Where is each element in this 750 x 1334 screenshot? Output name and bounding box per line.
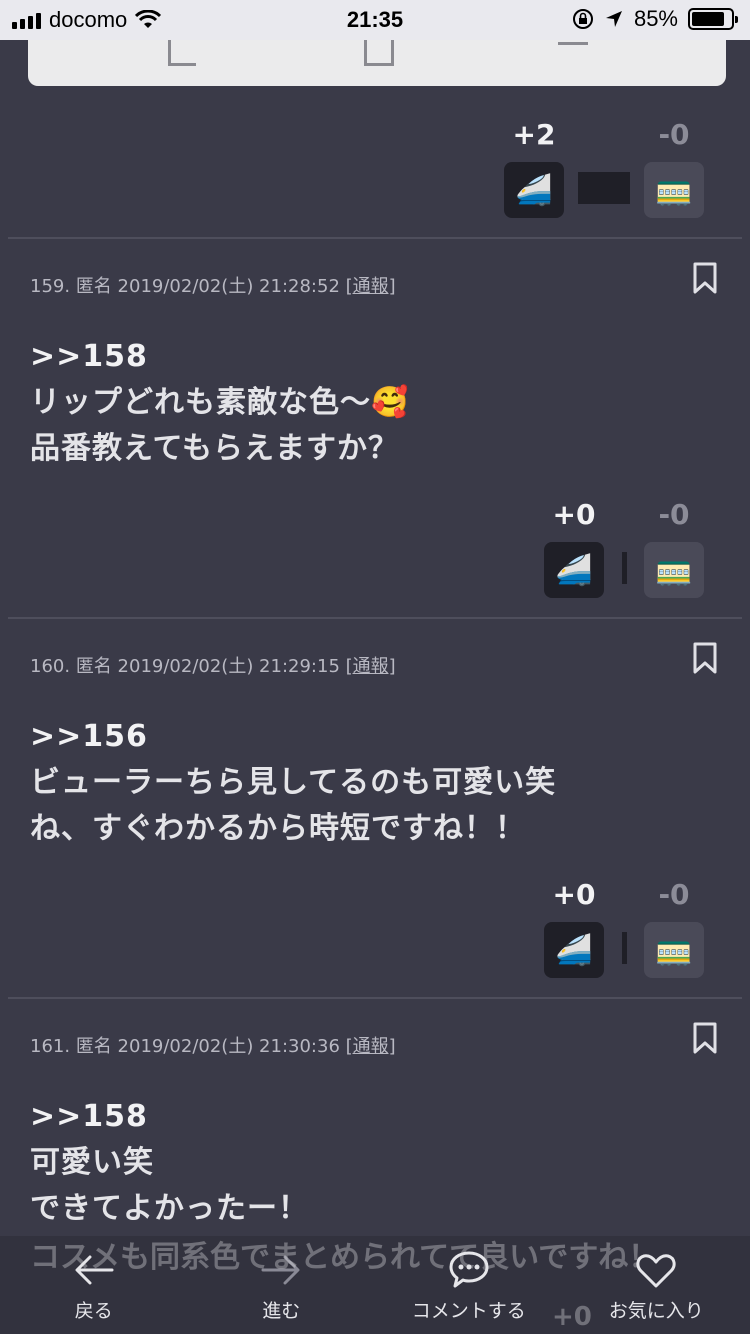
back-label: 戻る — [74, 1300, 113, 1322]
comment-meta: 161. 匿名 2019/02/02(土) 21:30:36 [通報] — [30, 1032, 396, 1058]
divider — [8, 237, 742, 239]
report-link[interactable]: [通報] — [346, 656, 396, 677]
comment-datetime: 2019/02/02(土) 21:28:52 — [117, 276, 340, 297]
vote-area: +2 🚄 -0 🚃 — [504, 118, 704, 218]
bookmark-icon[interactable] — [692, 262, 718, 294]
up-vote-button[interactable]: 🚄 — [544, 542, 604, 598]
minus-count: -0 — [658, 878, 690, 911]
location-icon — [605, 11, 622, 27]
comment-line: 品番教えてもらえますか？ — [30, 431, 399, 466]
comment-line: リップどれも素敵な色〜🥰 — [30, 385, 410, 420]
reply-anchor-link[interactable]: >>158 — [30, 334, 409, 380]
bookmark-icon[interactable] — [692, 642, 718, 674]
reply-anchor-link[interactable]: >>158 — [30, 1094, 309, 1140]
comment-body: >>158 リップどれも素敵な色〜🥰 品番教えてもらえますか？ — [30, 334, 409, 472]
minus-count: -0 — [658, 118, 690, 151]
comment-body: >>158 可愛い笑 できてよかったー！ — [30, 1094, 309, 1232]
rotation-lock-icon — [572, 9, 593, 29]
comment-number: 159. — [30, 276, 71, 297]
reply-anchor-link[interactable]: >>156 — [30, 714, 556, 760]
vote-area: +0 🚄 -0 🚃 — [544, 878, 704, 978]
down-vote-button[interactable]: 🚃 — [644, 922, 704, 978]
plus-count-obscured: +0 — [552, 1302, 592, 1332]
favorite-label: お気に入り — [608, 1300, 704, 1322]
comment-author: 匿名 — [75, 276, 112, 297]
forward-label: 進む — [262, 1300, 301, 1322]
comment-line-obscured: コスメも同系色でまとめられてて良いですね！ — [30, 1240, 659, 1275]
down-vote-button[interactable]: 🚃 — [644, 542, 704, 598]
tram-icon: 🚃 — [655, 552, 693, 588]
comment-body: >>156 ビューラーちら見してるのも可愛い笑 ね、すぐわかるから時短ですね！！ — [30, 714, 556, 852]
comment-line: できてよかったー！ — [30, 1191, 309, 1226]
comment-meta: 159. 匿名 2019/02/02(土) 21:28:52 [通報] — [30, 272, 396, 298]
comment-line: 可愛い笑 — [30, 1145, 154, 1180]
copy-icon[interactable] — [364, 40, 394, 66]
plus-count: +2 — [512, 118, 556, 151]
comment-line: ビューラーちら見してるのも可愛い笑 — [30, 765, 557, 800]
up-vote-button[interactable]: 🚄 — [544, 922, 604, 978]
report-link[interactable]: [通報] — [346, 276, 396, 297]
bullet-train-icon: 🚄 — [555, 552, 593, 588]
tram-icon: 🚃 — [655, 172, 693, 208]
vote-ratio-bar — [604, 930, 644, 966]
minus-count: -0 — [658, 498, 690, 531]
comment-author: 匿名 — [75, 656, 112, 677]
status-bar: docomo 21:35 85% — [0, 0, 750, 40]
bullet-train-icon: 🚄 — [555, 932, 593, 968]
comment-number: 160. — [30, 656, 71, 677]
tram-icon: 🚃 — [655, 932, 693, 968]
comment-line: ね、すぐわかるから時短ですね！！ — [30, 811, 526, 846]
vote-area: +0 🚄 -0 🚃 — [544, 498, 704, 598]
comment-datetime: 2019/02/02(土) 21:30:36 — [117, 1036, 340, 1057]
line-icon[interactable] — [558, 42, 588, 68]
comment-meta: 160. 匿名 2019/02/02(土) 21:29:15 [通報] — [30, 652, 396, 678]
divider — [8, 997, 742, 999]
up-vote-button[interactable]: 🚄 — [504, 162, 564, 218]
down-vote-button[interactable]: 🚃 — [644, 162, 704, 218]
vote-ratio-bar — [604, 550, 644, 586]
comment-number: 161. — [30, 1036, 71, 1057]
comment-datetime: 2019/02/02(土) 21:29:15 — [117, 656, 340, 677]
bookmark-icon[interactable] — [692, 1022, 718, 1054]
plus-count: +0 — [552, 498, 596, 531]
report-link[interactable]: [通報] — [346, 1036, 396, 1057]
vote-ratio-bar — [564, 170, 644, 206]
comment-label: コメントする — [411, 1300, 526, 1322]
comment-author: 匿名 — [75, 1036, 112, 1057]
battery-percent: 85% — [633, 6, 678, 31]
bullet-train-icon: 🚄 — [515, 172, 553, 208]
plus-count: +0 — [552, 878, 596, 911]
share-icon[interactable] — [168, 40, 196, 66]
battery-icon — [688, 8, 738, 30]
divider — [8, 617, 742, 619]
